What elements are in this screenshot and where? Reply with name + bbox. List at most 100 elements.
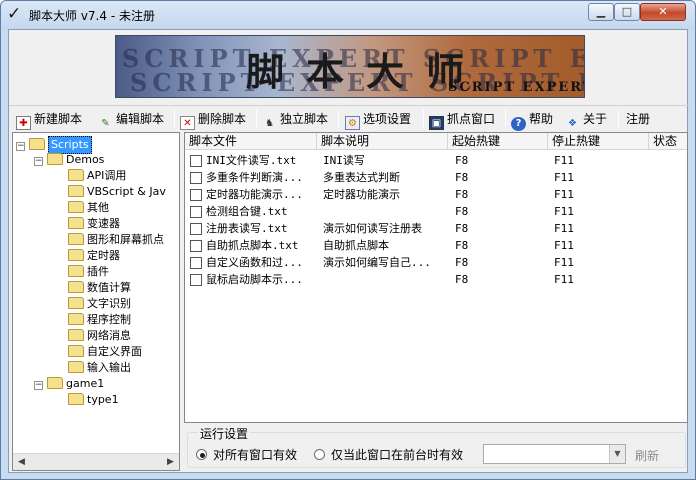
- radio-selected-icon[interactable]: [196, 449, 207, 460]
- tree-item-demo-child[interactable]: 定时器: [68, 248, 120, 264]
- row-stop-hotkey: F11: [554, 273, 574, 286]
- row-checkbox[interactable]: [190, 172, 202, 184]
- tree-item-label: VBScript & Jav: [87, 185, 166, 198]
- row-file: 注册表读写.txt: [206, 222, 288, 235]
- tree-item-demo-child[interactable]: 变速器: [68, 216, 120, 232]
- row-checkbox[interactable]: [190, 257, 202, 269]
- refresh-button[interactable]: 刷新: [635, 447, 659, 464]
- folder-icon: [68, 329, 84, 341]
- help-icon: ?: [511, 117, 526, 131]
- row-checkbox[interactable]: [190, 155, 202, 167]
- table-row[interactable]: 自定义函数和过... 演示如何编写自己... F8 F11: [185, 254, 687, 271]
- tree-item-game1[interactable]: − game1: [34, 376, 104, 392]
- tree-item-demo-child[interactable]: 数值计算: [68, 280, 131, 296]
- script-tree[interactable]: − Scripts − Demos API调用 VBScript & Jav 其他 …: [12, 132, 180, 471]
- tree-item-label: type1: [87, 393, 119, 406]
- row-file: 定时器功能演示...: [206, 188, 303, 201]
- radio-all-windows[interactable]: 对所有窗口有效: [196, 447, 297, 463]
- register-button[interactable]: 注册: [626, 109, 650, 129]
- table-row[interactable]: 检测组合键.txt F8 F11: [185, 203, 687, 220]
- row-stop-hotkey: F11: [554, 222, 574, 235]
- row-checkbox[interactable]: [190, 223, 202, 235]
- radio-unselected-icon[interactable]: [314, 449, 325, 460]
- tree-item-demo-child[interactable]: 自定义界面: [68, 344, 142, 360]
- row-start-hotkey: F8: [455, 205, 469, 218]
- register-label: 注册: [626, 112, 651, 126]
- row-stop-hotkey: F11: [554, 239, 574, 252]
- column-header-status[interactable]: 状态: [649, 133, 687, 150]
- tree-item-type1[interactable]: type1: [68, 392, 119, 408]
- run-settings-group: 运行设置 对所有窗口有效 仅当此窗口在前台时有效 ▼ 刷新: [187, 425, 686, 468]
- chevron-down-icon[interactable]: ▼: [609, 445, 625, 463]
- scroll-left-icon[interactable]: ◀: [15, 456, 28, 469]
- folder-icon: [68, 361, 84, 373]
- tree-item-scripts[interactable]: − Scripts: [16, 136, 92, 154]
- tree-item-demo-child[interactable]: 插件: [68, 264, 109, 280]
- column-header-description[interactable]: 脚本说明: [317, 133, 448, 150]
- tree-item-demos[interactable]: − Demos: [34, 152, 104, 168]
- folder-icon: [68, 265, 84, 277]
- row-stop-hotkey: F11: [554, 205, 574, 218]
- delete-script-button[interactable]: ✕ 删除脚本: [180, 109, 246, 130]
- row-description: 演示如何读写注册表: [323, 222, 422, 235]
- tree-item-label: 定时器: [87, 249, 120, 262]
- column-header-file[interactable]: 脚本文件: [185, 133, 317, 150]
- table-row[interactable]: 注册表读写.txt 演示如何读写注册表 F8 F11: [185, 220, 687, 237]
- new-file-icon: ✚: [16, 116, 31, 130]
- collapse-icon[interactable]: −: [16, 142, 25, 151]
- row-checkbox[interactable]: [190, 240, 202, 252]
- standalone-icon: ♞: [265, 118, 274, 129]
- scroll-right-icon[interactable]: ▶: [164, 456, 177, 469]
- window-select-combo[interactable]: ▼: [483, 444, 626, 464]
- folder-icon: [68, 169, 84, 181]
- row-checkbox[interactable]: [190, 206, 202, 218]
- tree-item-label: 图形和屏幕抓点: [87, 233, 164, 246]
- radio-foreground-only[interactable]: 仅当此窗口在前台时有效: [314, 447, 463, 463]
- tree-item-demo-child[interactable]: 文字识别: [68, 296, 131, 312]
- folder-icon: [68, 297, 84, 309]
- table-row[interactable]: 定时器功能演示... 定时器功能演示 F8 F11: [185, 186, 687, 203]
- collapse-icon[interactable]: −: [34, 157, 43, 166]
- tree-item-demo-child[interactable]: VBScript & Jav: [68, 184, 166, 200]
- tree-item-demo-child[interactable]: 其他: [68, 200, 109, 216]
- table-row[interactable]: 多重条件判断演... 多重表达式判断 F8 F11: [185, 169, 687, 186]
- tree-item-label: Demos: [66, 153, 105, 166]
- row-description: 演示如何编写自己...: [323, 256, 431, 269]
- about-button[interactable]: ❖ 关于: [565, 109, 607, 129]
- script-list[interactable]: 脚本文件 脚本说明 起始热键 停止热键 状态 INI文件读写.txt INI读写…: [184, 132, 688, 423]
- new-script-button[interactable]: ✚ 新建脚本: [16, 109, 82, 130]
- capture-window-label: 抓点窗口: [447, 112, 496, 126]
- folder-icon: [68, 217, 84, 229]
- row-start-hotkey: F8: [455, 154, 469, 167]
- tree-item-label: 数值计算: [87, 281, 131, 294]
- close-button[interactable]: ✕: [640, 3, 686, 21]
- tree-item-demo-child[interactable]: 程序控制: [68, 312, 131, 328]
- edit-script-button[interactable]: ✎ 编辑脚本: [98, 109, 164, 129]
- column-header-start-hotkey[interactable]: 起始热键: [448, 133, 548, 150]
- tree-item-demo-child[interactable]: API调用: [68, 168, 126, 184]
- radio-all-windows-label: 对所有窗口有效: [213, 448, 298, 462]
- standalone-script-button[interactable]: ♞ 独立脚本: [262, 109, 328, 129]
- table-row[interactable]: 自助抓点脚本.txt 自助抓点脚本 F8 F11: [185, 237, 687, 254]
- table-row[interactable]: 鼠标启动脚本示... F8 F11: [185, 271, 687, 288]
- capture-window-button[interactable]: ▣ 抓点窗口: [429, 109, 496, 130]
- tree-item-label: 变速器: [87, 217, 120, 230]
- help-button[interactable]: ? 帮助: [511, 109, 553, 131]
- tree-item-demo-child[interactable]: 网络消息: [68, 328, 131, 344]
- edit-icon: ✎: [101, 118, 110, 129]
- tree-item-demo-child[interactable]: 输入输出: [68, 360, 131, 376]
- table-row[interactable]: INI文件读写.txt INI读写 F8 F11: [185, 152, 687, 169]
- row-start-hotkey: F8: [455, 222, 469, 235]
- tree-item-demo-child[interactable]: 图形和屏幕抓点: [68, 232, 164, 248]
- row-checkbox[interactable]: [190, 274, 202, 286]
- tree-item-label: game1: [66, 377, 105, 390]
- about-icon: ❖: [568, 118, 577, 129]
- column-header-stop-hotkey[interactable]: 停止热键: [548, 133, 649, 150]
- options-button[interactable]: ⚙ 选项设置: [345, 109, 411, 130]
- tree-item-label: API调用: [87, 169, 127, 182]
- minimize-button[interactable]: ▁: [588, 3, 614, 21]
- tree-horizontal-scrollbar[interactable]: ◀ ▶: [13, 453, 179, 470]
- row-checkbox[interactable]: [190, 189, 202, 201]
- collapse-icon[interactable]: −: [34, 381, 43, 390]
- maximize-button[interactable]: □: [614, 3, 640, 21]
